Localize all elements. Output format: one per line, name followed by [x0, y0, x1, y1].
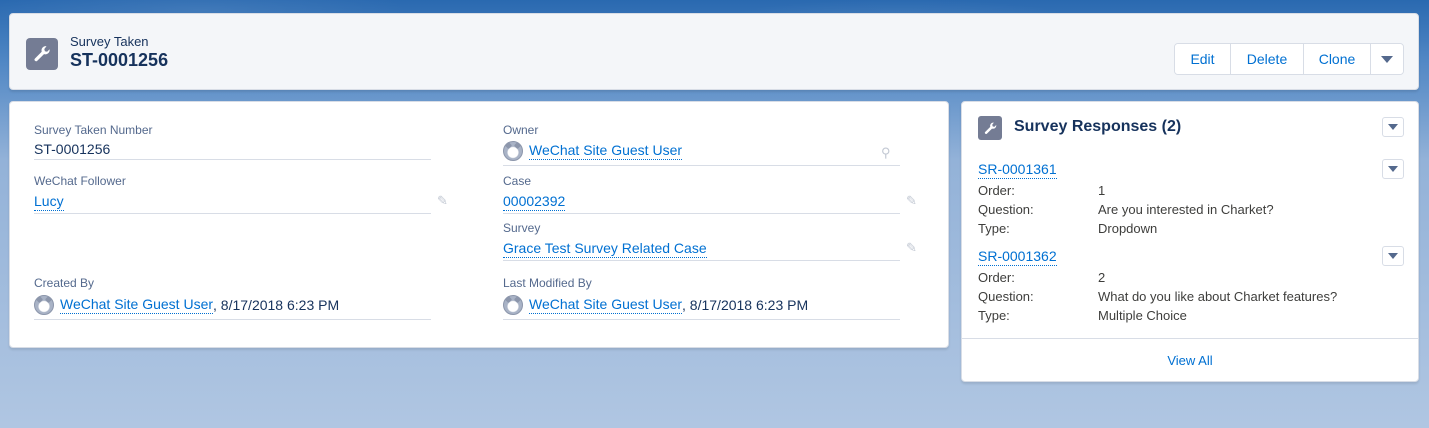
pencil-icon[interactable]: ✎ — [906, 241, 918, 254]
user-avatar-icon — [503, 141, 523, 161]
last-modified-date: , 8/17/2018 6:23 PM — [682, 297, 809, 313]
record-field-order: Order: 2 — [978, 270, 1106, 285]
field-label: Owner — [503, 123, 539, 137]
wrench-icon — [26, 38, 58, 70]
delete-button[interactable]: Delete — [1231, 44, 1304, 74]
field-wechat-follower: WeChat Follower Lucy ✎ — [34, 173, 448, 214]
created-date: , 8/17/2018 6:23 PM — [213, 297, 340, 313]
owner-link[interactable]: WeChat Site Guest User — [529, 142, 683, 160]
field-label: Created By — [34, 276, 95, 290]
chevron-down-icon — [1388, 253, 1398, 259]
more-actions-button[interactable] — [1371, 44, 1403, 74]
field-owner: Owner WeChat Site Guest User ⚲ — [503, 122, 900, 166]
edit-button[interactable]: Edit — [1175, 44, 1231, 74]
action-button-group: Edit Delete Clone — [1174, 43, 1404, 75]
clone-button[interactable]: Clone — [1304, 44, 1371, 74]
user-avatar-icon — [503, 295, 523, 315]
field-case: Case 00002392 ✎ — [503, 173, 917, 214]
record-header: Survey Taken ST-0001256 Edit Delete Clon… — [9, 13, 1419, 90]
chevron-down-icon — [1388, 124, 1398, 130]
record-field-question: Question: What do you like about Charket … — [978, 289, 1338, 304]
record-detail-panel: Survey Taken Number ST-0001256 Owner WeC… — [9, 101, 949, 348]
chevron-down-icon — [1381, 55, 1393, 63]
divider — [34, 213, 431, 214]
related-list-title: Survey Responses (2) — [1014, 118, 1182, 135]
field-created-by: Created By WeChat Site Guest User , 8/17… — [34, 275, 431, 320]
record-field-type: Type: Dropdown — [978, 221, 1158, 236]
record-field-order: Order: 1 — [978, 183, 1106, 198]
record-menu-button[interactable] — [1382, 246, 1404, 266]
pencil-icon[interactable]: ✎ — [437, 194, 449, 207]
user-avatar-icon — [34, 295, 54, 315]
view-all-footer: View All — [962, 338, 1418, 382]
related-list-survey-responses: Survey Responses (2) SR-0001361 Order: 1 … — [961, 101, 1419, 382]
chevron-down-icon — [1388, 166, 1398, 172]
wechat-follower-link[interactable]: Lucy — [34, 193, 64, 211]
field-label: Survey — [503, 221, 541, 235]
divider — [503, 260, 900, 261]
record-menu-button[interactable] — [1382, 159, 1404, 179]
field-last-modified-by: Last Modified By WeChat Site Guest User … — [503, 275, 900, 320]
divider — [34, 159, 431, 160]
object-label: Survey Taken — [70, 34, 149, 49]
record-link-sr-0001362[interactable]: SR-0001362 — [978, 248, 1057, 266]
wrench-icon — [978, 116, 1002, 140]
pencil-icon[interactable]: ✎ — [906, 194, 918, 207]
survey-link[interactable]: Grace Test Survey Related Case — [503, 240, 707, 258]
field-value: ST-0001256 — [34, 141, 111, 157]
field-label: Case — [503, 174, 532, 188]
divider — [503, 165, 900, 166]
last-modified-by-link[interactable]: WeChat Site Guest User — [529, 296, 683, 314]
field-survey-taken-number: Survey Taken Number ST-0001256 — [34, 122, 431, 160]
case-link[interactable]: 00002392 — [503, 193, 566, 211]
divider — [503, 213, 900, 214]
record-link-sr-0001361[interactable]: SR-0001361 — [978, 161, 1057, 179]
record-field-question: Question: Are you interested in Charket? — [978, 202, 1274, 217]
divider — [34, 319, 431, 320]
field-label: WeChat Follower — [34, 174, 126, 188]
field-label: Survey Taken Number — [34, 123, 153, 137]
page-title: ST-0001256 — [70, 50, 169, 70]
related-list-menu-button[interactable] — [1382, 117, 1404, 137]
change-owner-icon[interactable]: ⚲ — [881, 146, 893, 159]
field-label: Last Modified By — [503, 276, 592, 290]
record-field-type: Type: Multiple Choice — [978, 308, 1187, 323]
field-survey: Survey Grace Test Survey Related Case ✎ — [503, 220, 917, 261]
created-by-link[interactable]: WeChat Site Guest User — [60, 296, 214, 314]
divider — [503, 319, 900, 320]
view-all-link[interactable]: View All — [1167, 353, 1212, 368]
